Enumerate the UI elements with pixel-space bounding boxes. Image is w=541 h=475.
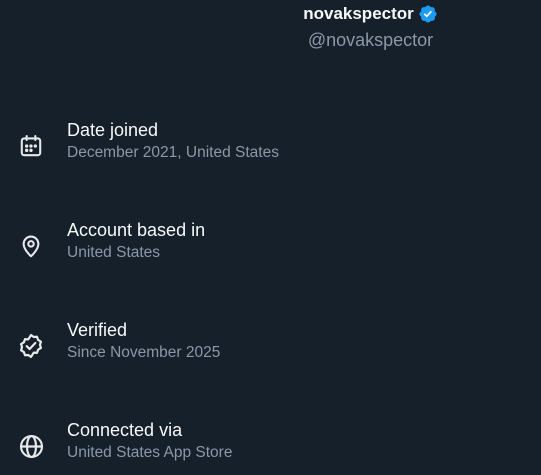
verified-badge-icon <box>418 4 438 24</box>
calendar-icon <box>17 132 45 160</box>
profile-handle: @novakspector <box>307 30 434 50</box>
verified-check-icon <box>17 332 45 360</box>
about-item-subtitle: United States App Store <box>67 444 233 461</box>
about-item-connected-via: Connected via United States App Store <box>0 420 541 475</box>
about-item-title: Account based in <box>67 220 206 240</box>
about-item-subtitle: December 2021, United States <box>67 144 279 161</box>
about-item-verified: Verified Since November 2025 <box>0 320 541 380</box>
display-name: novakspector <box>303 4 414 23</box>
profile-name-row: novakspector <box>0 4 541 24</box>
location-pin-icon <box>17 232 45 260</box>
about-item-title: Date joined <box>67 120 159 140</box>
about-item-date-joined: Date joined December 2021, United States <box>0 120 541 180</box>
about-item-title: Verified <box>67 320 128 340</box>
about-item-subtitle: Since November 2025 <box>67 344 221 361</box>
about-item-subtitle: United States <box>67 244 161 261</box>
about-item-account-based-in: Account based in United States <box>0 220 541 280</box>
about-item-title: Connected via <box>67 420 183 440</box>
globe-icon <box>17 432 45 460</box>
